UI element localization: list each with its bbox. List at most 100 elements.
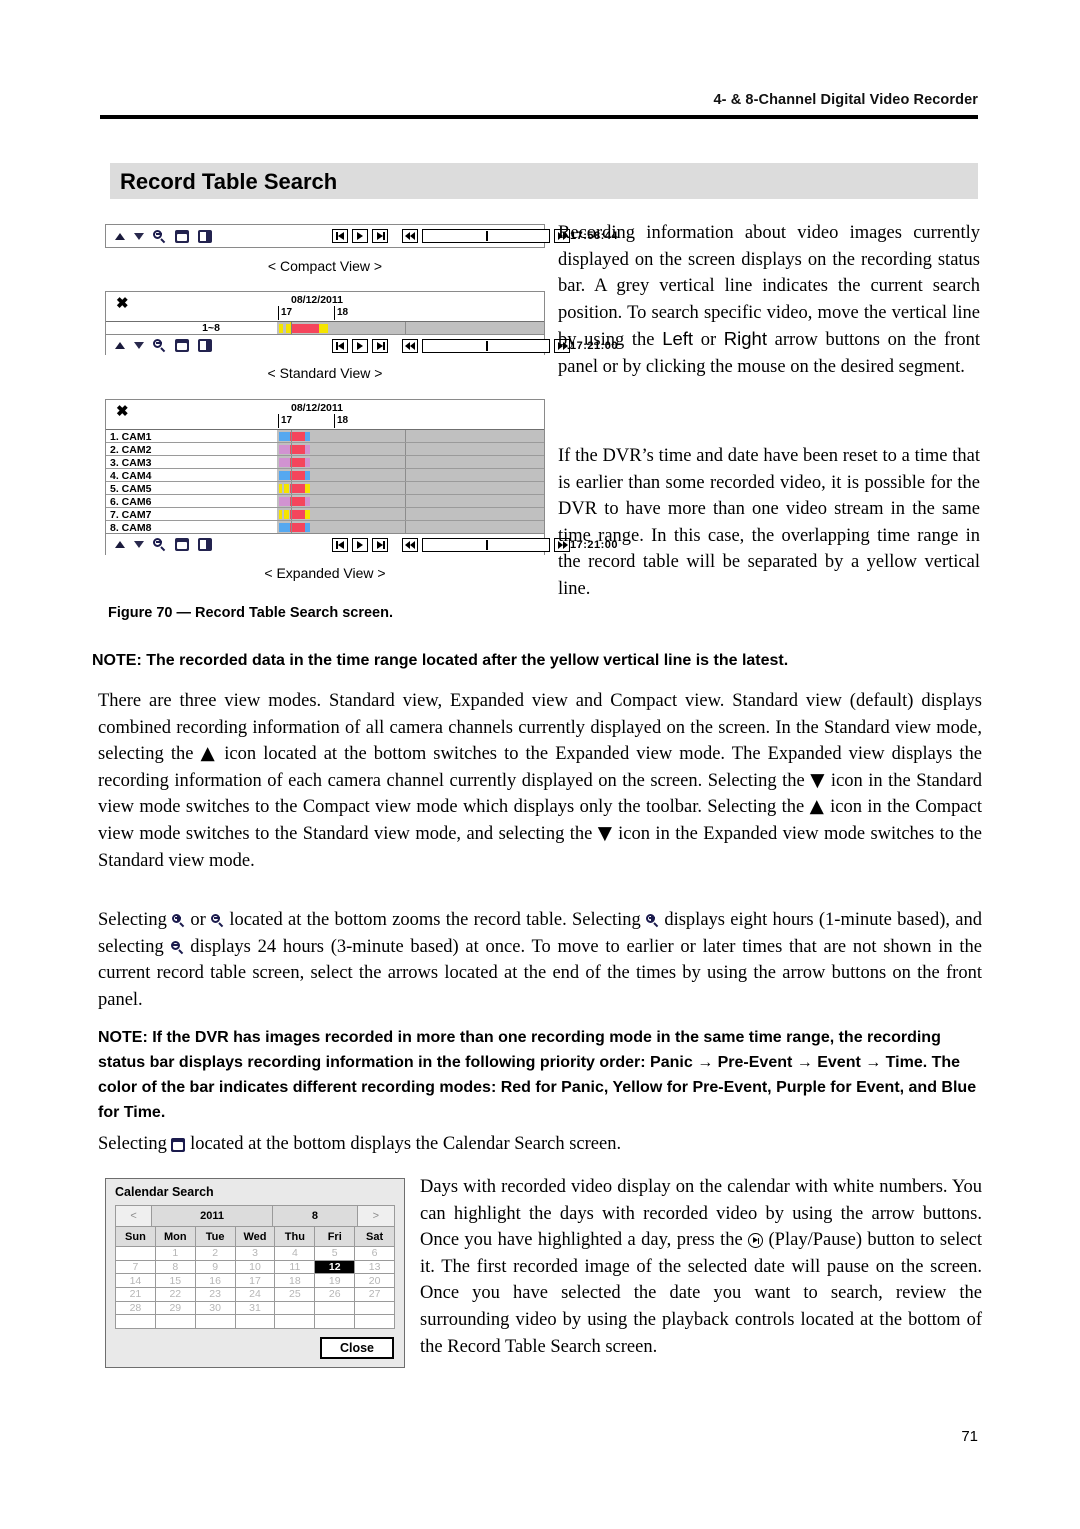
calendar-day-cell[interactable]: 2 <box>196 1247 236 1260</box>
table-row[interactable]: 2. CAM2 <box>106 443 544 456</box>
search-position-line[interactable] <box>291 456 292 468</box>
calendar-day-cell[interactable]: 19 <box>315 1274 356 1288</box>
play-icon[interactable] <box>352 229 368 243</box>
table-row[interactable]: 5. CAM5 <box>106 482 544 495</box>
calendar-icon[interactable] <box>175 339 189 352</box>
triangle-down-icon[interactable] <box>134 541 144 548</box>
calendar-day-cell[interactable]: 31 <box>236 1301 276 1315</box>
table-row[interactable]: 6. CAM6 <box>106 495 544 508</box>
search-position-line[interactable] <box>291 495 292 507</box>
search-position-line[interactable] <box>291 521 292 533</box>
rewind-icon[interactable] <box>402 229 418 243</box>
calendar-day-cell[interactable]: 13 <box>355 1261 394 1274</box>
calendar-day-cell[interactable]: 10 <box>236 1260 276 1274</box>
close-icon[interactable]: ✖ <box>116 404 129 419</box>
timeline-track[interactable] <box>277 508 544 520</box>
slider-thumb[interactable] <box>486 231 488 241</box>
calendar-day-cell[interactable]: 21 <box>116 1288 156 1301</box>
timeline-track[interactable] <box>277 521 544 533</box>
timeline-track[interactable] <box>277 495 544 507</box>
calendar-day-cell[interactable]: 17 <box>236 1274 276 1288</box>
table-row[interactable]: 8. CAM8 <box>106 521 544 534</box>
search-position-line[interactable] <box>291 443 292 455</box>
timeline-track[interactable] <box>277 443 544 455</box>
step-back-icon[interactable] <box>332 537 348 552</box>
close-icon[interactable]: ✖ <box>116 296 129 311</box>
table-row[interactable]: 1. CAM1 <box>106 430 544 443</box>
month-field[interactable]: 8 <box>273 1206 358 1226</box>
triangle-up-icon[interactable] <box>115 342 125 349</box>
year-field[interactable]: 2011 <box>152 1206 274 1226</box>
calendar-day-cell[interactable]: 28 <box>116 1301 156 1315</box>
table-row[interactable]: 3. CAM3 <box>106 456 544 469</box>
table-row[interactable]: 7. CAM7 <box>106 508 544 521</box>
calendar-day-cell[interactable]: 26 <box>315 1288 356 1301</box>
calendar-icon[interactable] <box>175 538 189 551</box>
calendar-day-cell[interactable]: 27 <box>355 1288 394 1301</box>
calendar-day-cell[interactable]: 11 <box>275 1260 316 1274</box>
step-back-icon[interactable] <box>332 338 348 353</box>
calendar-day-cell[interactable]: 22 <box>156 1288 196 1301</box>
calendar-day-cell[interactable]: 6 <box>355 1247 394 1260</box>
search-position-line[interactable] <box>291 430 292 442</box>
prev-month-button[interactable]: < <box>116 1206 153 1226</box>
calendar-day-cell[interactable]: 9 <box>196 1260 236 1274</box>
triangle-down-icon[interactable] <box>134 232 144 240</box>
step-forward-icon[interactable] <box>372 338 388 353</box>
calendar-day-cell[interactable]: 20 <box>355 1274 394 1287</box>
timeline-slider[interactable] <box>422 537 550 552</box>
slider-thumb[interactable] <box>486 539 488 550</box>
calendar-day-cell[interactable]: 18 <box>275 1274 316 1288</box>
calendar-day-cell[interactable]: 29 <box>156 1301 196 1315</box>
rewind-icon[interactable] <box>402 537 418 552</box>
calendar-icon[interactable] <box>175 229 189 243</box>
zoom-out-icon[interactable] <box>153 229 166 243</box>
standard-channel-label: 1~8 <box>202 322 220 334</box>
calendar-day-cell[interactable]: 7 <box>116 1260 156 1274</box>
record-end-line <box>405 456 406 468</box>
zoom-out-icon[interactable] <box>153 339 166 352</box>
calendar-day-cell[interactable]: 16 <box>196 1274 236 1288</box>
calendar-day-cell[interactable]: 12 <box>315 1260 356 1274</box>
step-forward-icon[interactable] <box>372 537 388 552</box>
exit-icon[interactable] <box>198 229 212 243</box>
calendar-day-cell[interactable]: 3 <box>236 1247 276 1260</box>
table-row[interactable]: 4. CAM4 <box>106 469 544 482</box>
timeline-track[interactable] <box>277 430 544 442</box>
exit-icon[interactable] <box>198 339 212 352</box>
standard-timeline-track[interactable] <box>277 322 544 334</box>
calendar-day-cell[interactable]: 4 <box>275 1247 316 1260</box>
exit-icon[interactable] <box>198 538 212 551</box>
triangle-down-icon[interactable] <box>134 342 144 349</box>
search-position-line[interactable] <box>291 482 292 494</box>
next-month-button[interactable]: > <box>357 1206 394 1226</box>
play-icon[interactable] <box>352 338 368 353</box>
triangle-up-icon[interactable] <box>115 541 125 548</box>
timeline-track[interactable] <box>277 482 544 494</box>
play-icon[interactable] <box>352 537 368 552</box>
step-back-icon[interactable] <box>332 229 348 243</box>
calendar-day-cell[interactable]: 23 <box>196 1288 236 1301</box>
search-position-line[interactable] <box>291 322 292 334</box>
search-position-line[interactable] <box>291 508 292 520</box>
timeline-slider[interactable] <box>422 338 550 353</box>
timeline-slider[interactable] <box>422 229 550 243</box>
calendar-day-cell[interactable]: 24 <box>236 1288 276 1301</box>
rewind-icon[interactable] <box>402 338 418 353</box>
timeline-track[interactable] <box>277 469 544 481</box>
calendar-day-cell[interactable]: 30 <box>196 1301 236 1315</box>
calendar-day-cell[interactable]: 14 <box>116 1274 156 1288</box>
close-button[interactable]: Close <box>320 1337 394 1359</box>
calendar-day-cell[interactable]: 25 <box>275 1288 316 1301</box>
calendar-day-cell[interactable]: 5 <box>315 1247 356 1260</box>
search-position-line[interactable] <box>291 469 292 481</box>
zoom-out-icon[interactable] <box>153 538 166 551</box>
calendar-day-cell[interactable]: 15 <box>156 1274 196 1288</box>
slider-thumb[interactable] <box>486 340 488 351</box>
timeline-track[interactable] <box>277 456 544 468</box>
step-forward-icon[interactable] <box>372 229 388 243</box>
p5-part-b: located at the bottom displays the Calen… <box>185 1134 622 1154</box>
triangle-up-icon[interactable] <box>115 232 125 240</box>
calendar-day-cell[interactable]: 1 <box>156 1247 196 1260</box>
calendar-day-cell[interactable]: 8 <box>156 1260 196 1274</box>
